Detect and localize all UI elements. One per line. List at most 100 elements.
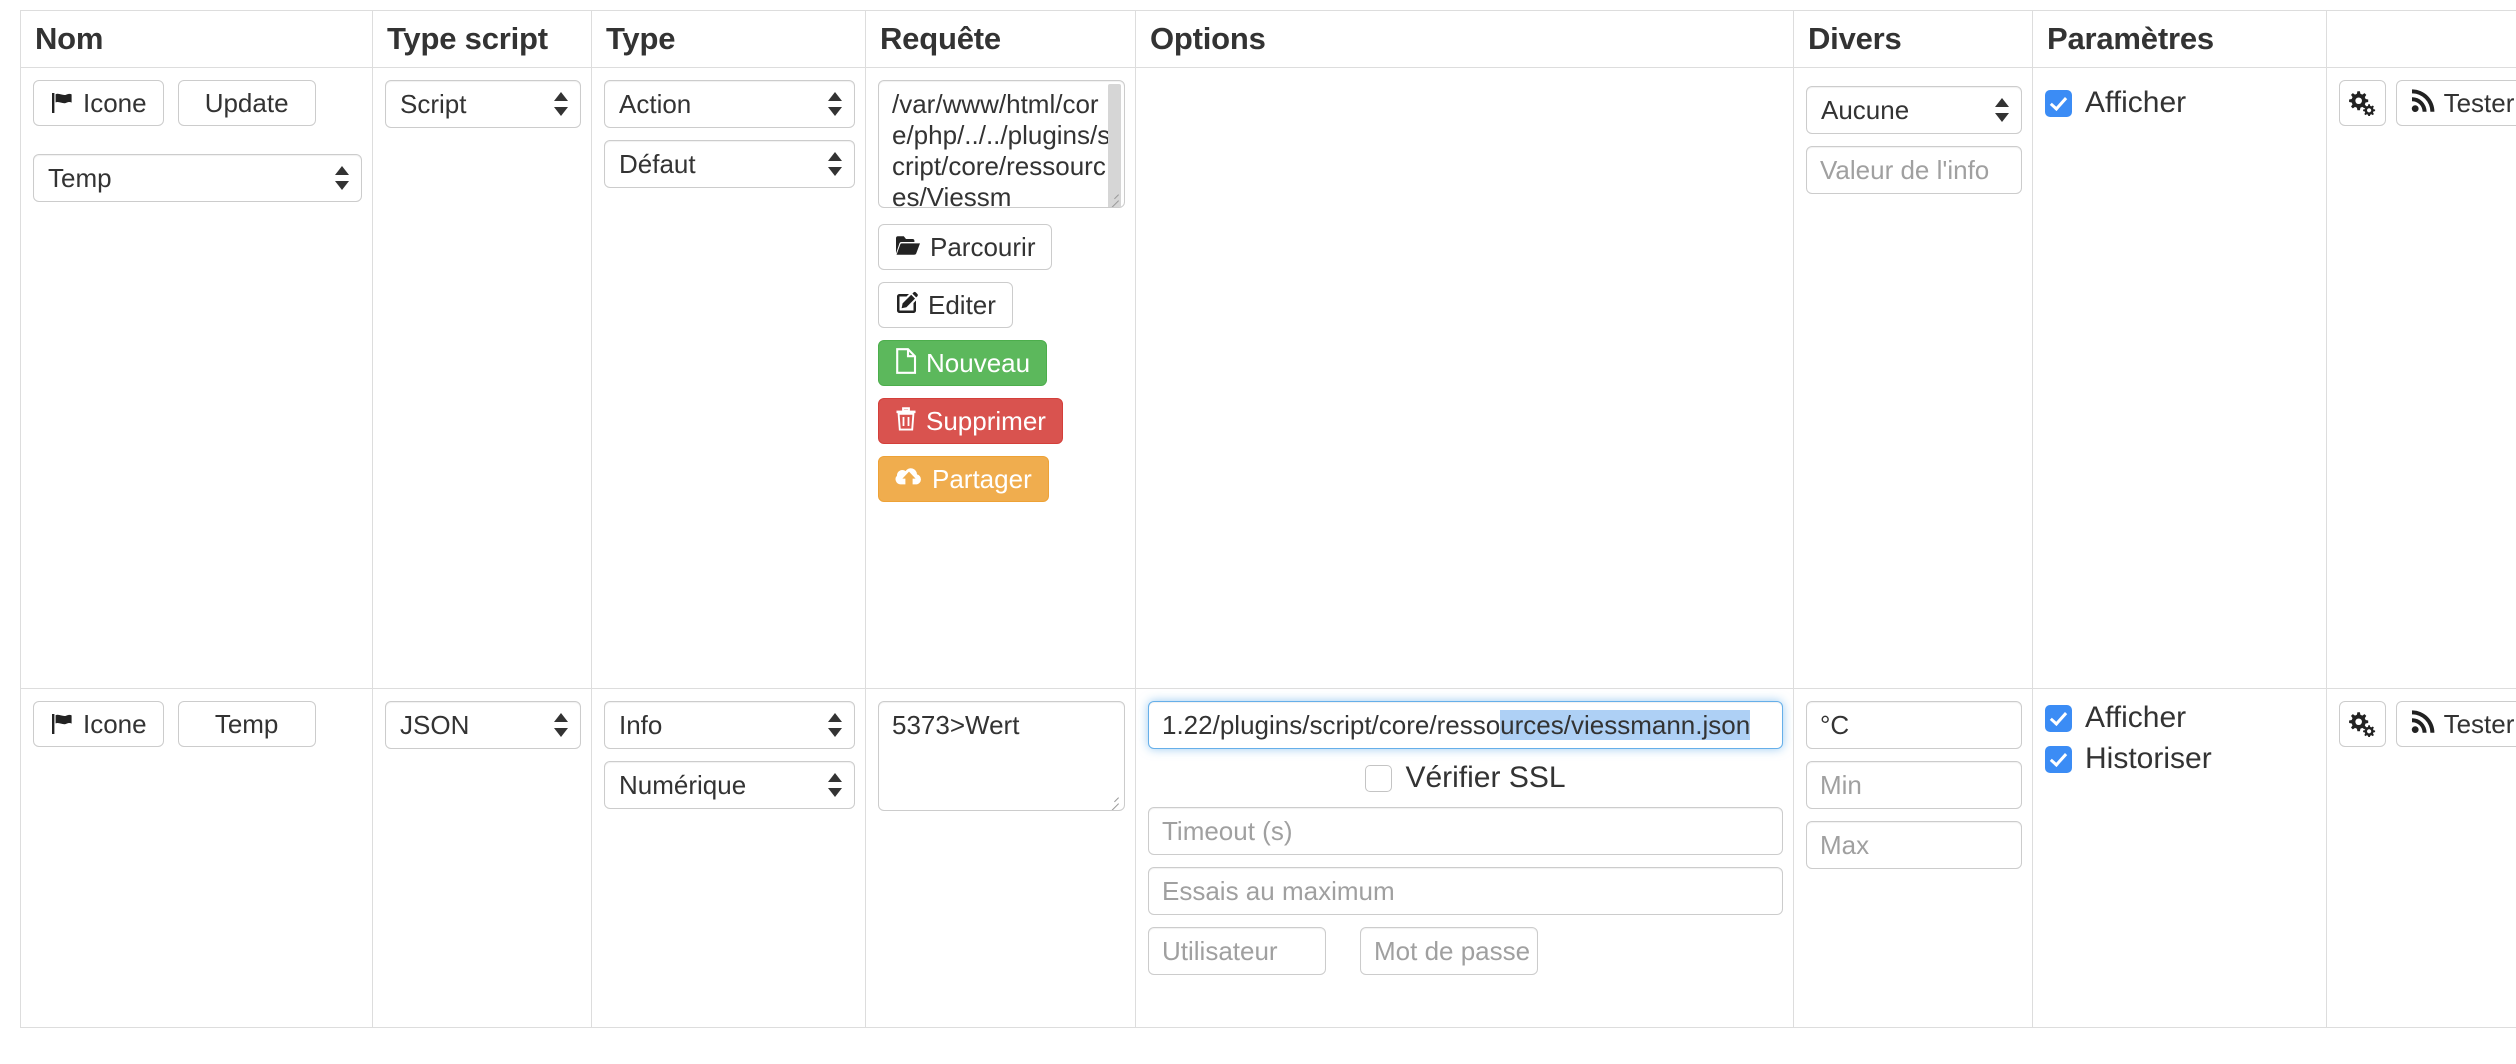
icon-picker-label: Icone <box>83 709 147 739</box>
timeout-input[interactable]: Timeout (s) <box>1148 807 1783 855</box>
icon-picker-button[interactable]: Icone <box>33 701 164 747</box>
configure-button[interactable] <box>2339 701 2386 747</box>
cell-nom: Icone Temp <box>20 688 373 1028</box>
column-header-requete: Requête <box>865 10 1136 68</box>
password-input[interactable]: Mot de passe <box>1360 927 1538 975</box>
test-label: Tester <box>2443 88 2515 118</box>
cell-options: 1.22/plugins/script/core/ressources/vies… <box>1135 688 1794 1028</box>
username-input[interactable]: Utilisateur <box>1148 927 1326 975</box>
checkbox-unchecked-icon[interactable] <box>1365 764 1393 792</box>
password-placeholder: Mot de passe <box>1374 936 1531 966</box>
checkbox-checked-icon[interactable] <box>2045 89 2072 117</box>
verify-ssl-checkbox-row[interactable]: Vérifier SSL <box>1148 761 1783 795</box>
flag-icon <box>50 91 74 115</box>
nom-subtype-select[interactable]: Temp <box>33 154 362 202</box>
cell-options <box>1135 67 1794 689</box>
min-placeholder: Min <box>1820 770 1862 800</box>
command-type-value: Info <box>619 710 663 740</box>
resize-grip-icon[interactable] <box>1103 790 1121 808</box>
column-header-parametres: Paramètres <box>2032 10 2327 68</box>
icon-picker-button[interactable]: Icone <box>33 80 164 126</box>
new-button[interactable]: Nouveau <box>878 340 1048 386</box>
type-script-select[interactable]: JSON <box>385 701 581 749</box>
requete-textarea[interactable]: /var/www/html/core/php/../../plugins/scr… <box>878 80 1125 208</box>
cell-parametres: Afficher Historiser <box>2032 688 2327 1028</box>
verify-ssl-label: Vérifier SSL <box>1405 761 1566 794</box>
timeout-placeholder: Timeout (s) <box>1162 816 1293 846</box>
afficher-label: Afficher <box>2085 86 2187 119</box>
max-input[interactable]: Max <box>1806 821 2022 869</box>
select-spinner-icon <box>554 712 568 738</box>
command-name-input[interactable]: Update <box>177 80 316 126</box>
command-type-value: Action <box>619 89 692 119</box>
trash-icon <box>895 407 917 435</box>
cell-parametres: Afficher <box>2032 67 2327 689</box>
edit-label: Editer <box>928 290 996 320</box>
test-button[interactable]: Tester <box>2395 80 2516 126</box>
command-subtype-select[interactable]: Numérique <box>604 761 855 809</box>
url-input[interactable]: 1.22/plugins/script/core/ressources/vies… <box>1148 701 1783 749</box>
checkbox-checked-icon[interactable] <box>2045 745 2072 773</box>
command-name-value: Temp <box>214 709 279 739</box>
retries-input[interactable]: Essais au maximum <box>1148 867 1783 915</box>
unit-value: °C <box>1820 710 1850 740</box>
column-header-nom: Nom <box>20 10 373 68</box>
file-icon <box>895 348 917 378</box>
command-type-select[interactable]: Info <box>604 701 855 749</box>
url-value-prefix: 1.22/plugins/script/core/resso <box>1162 710 1501 740</box>
cell-type: Info Numérique <box>591 688 866 1028</box>
type-script-select[interactable]: Script <box>385 80 581 128</box>
new-label: Nouveau <box>926 348 1031 378</box>
browse-button[interactable]: Parcourir <box>878 224 1053 270</box>
command-subtype-select[interactable]: Défaut <box>604 140 855 188</box>
afficher-checkbox-row[interactable]: Afficher <box>2045 701 2316 735</box>
type-script-value: JSON <box>400 710 470 740</box>
folder-open-icon <box>895 234 921 260</box>
test-button[interactable]: Tester <box>2395 701 2516 747</box>
edit-button[interactable]: Editer <box>878 282 1013 328</box>
table-row: Icone Update Temp Script Action Défaut /… <box>20 67 2516 689</box>
resize-grip-icon[interactable] <box>1103 187 1121 205</box>
table-row: Icone Temp JSON Info Numérique 5373>Wert… <box>20 688 2516 1028</box>
cell-divers: Aucune Valeur de l'info <box>1793 67 2033 689</box>
requete-textarea[interactable]: 5373>Wert <box>878 701 1125 811</box>
info-value-input[interactable]: Valeur de l'info <box>1806 146 2022 194</box>
afficher-checkbox-row[interactable]: Afficher <box>2045 86 2316 120</box>
command-subtype-value: Numérique <box>619 770 747 800</box>
select-spinner-icon <box>828 151 842 177</box>
column-header-options: Options <box>1135 10 1794 68</box>
max-placeholder: Max <box>1820 830 1870 860</box>
retries-placeholder: Essais au maximum <box>1162 876 1395 906</box>
unit-input[interactable]: °C <box>1806 701 2022 749</box>
cell-nom: Icone Update Temp <box>20 67 373 689</box>
info-value-placeholder: Valeur de l'info <box>1820 155 1990 185</box>
cell-requete: /var/www/html/core/php/../../plugins/scr… <box>865 67 1136 689</box>
table-header-row: Nom Type script Type Requête Options Div… <box>20 10 2516 68</box>
table-body: Icone Update Temp Script Action Défaut /… <box>20 67 2516 1028</box>
min-input[interactable]: Min <box>1806 761 2022 809</box>
cell-divers: °C Min Max <box>1793 688 2033 1028</box>
select-spinner-icon <box>828 712 842 738</box>
command-name-value: Update <box>204 88 289 118</box>
column-header-type-script: Type script <box>372 10 592 68</box>
divers-select[interactable]: Aucune <box>1806 86 2022 134</box>
select-spinner-icon <box>1995 97 2009 123</box>
share-button[interactable]: Partager <box>878 456 1049 502</box>
checkbox-checked-icon[interactable] <box>2045 704 2072 732</box>
column-header-actions <box>2326 10 2516 68</box>
command-type-select[interactable]: Action <box>604 80 855 128</box>
delete-label: Supprimer <box>926 406 1046 436</box>
afficher-label: Afficher <box>2085 701 2187 734</box>
historiser-checkbox-row[interactable]: Historiser <box>2045 742 2316 776</box>
cell-requete: 5373>Wert <box>865 688 1136 1028</box>
column-header-divers: Divers <box>1793 10 2033 68</box>
commands-table: Nom Type script Type Requête Options Div… <box>20 10 2516 1028</box>
command-name-input[interactable]: Temp <box>177 701 316 747</box>
icon-picker-label: Icone <box>83 88 147 118</box>
delete-button[interactable]: Supprimer <box>878 398 1063 444</box>
rss-icon <box>2411 710 2435 738</box>
select-spinner-icon <box>828 772 842 798</box>
equipment-commands-page: Nom Type script Type Requête Options Div… <box>0 0 2516 1064</box>
configure-button[interactable] <box>2339 80 2386 126</box>
type-script-value: Script <box>400 89 467 119</box>
